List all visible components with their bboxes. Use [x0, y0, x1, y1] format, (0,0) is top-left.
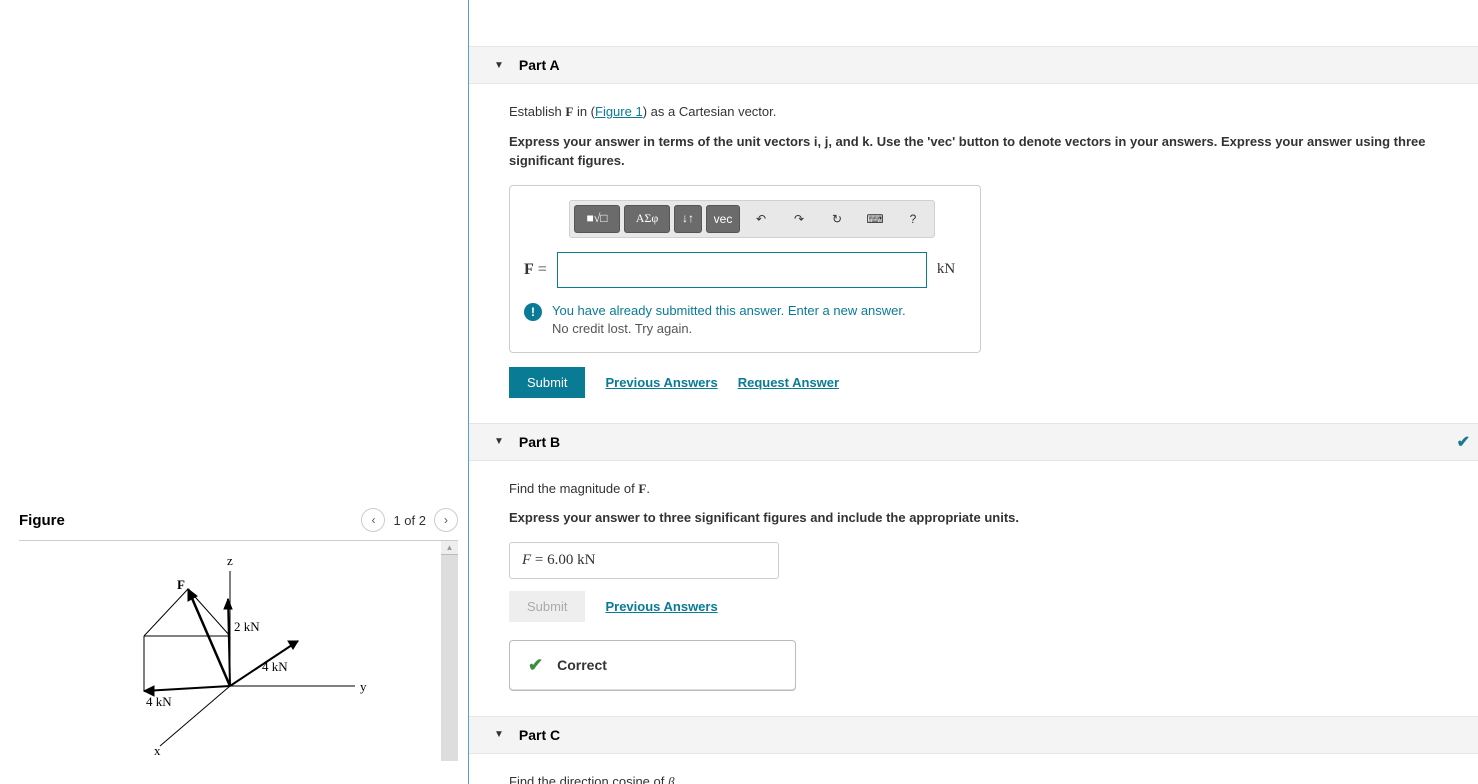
instr-text: and	[832, 134, 862, 149]
figure-title: Figure	[19, 512, 65, 529]
unit-label: kN	[937, 261, 955, 278]
vec-button[interactable]: vec	[706, 205, 740, 233]
part-b-actions: Submit Previous Answers	[509, 591, 1438, 622]
part-c-body: Find the direction cosine of β.	[469, 754, 1478, 784]
prompt-text: ) as a Cartesian vector.	[643, 104, 777, 119]
figure-header: Figure ‹ 1 of 2 ›	[19, 508, 458, 541]
right-pane: ▼ Part A Establish F in (Figure 1) as a …	[469, 0, 1478, 784]
check-icon: ✔	[1457, 432, 1470, 452]
figure-next-button[interactable]: ›	[434, 508, 458, 532]
answer-sym: F	[522, 552, 531, 568]
figure-prev-button[interactable]: ‹	[361, 508, 385, 532]
axis-y-label: y	[360, 679, 367, 694]
axis-z-label: z	[227, 553, 233, 568]
figure-body: z y x F 2 kN 4 kN 4 kN ▲	[19, 541, 458, 761]
figure-nav: ‹ 1 of 2 ›	[361, 508, 458, 532]
part-a-prompt: Establish F in (Figure 1) as a Cartesian…	[509, 102, 1438, 122]
axis-x-label: x	[154, 743, 161, 758]
part-b-header[interactable]: ▼ Part B ✔	[469, 423, 1478, 461]
correct-label: Correct	[557, 657, 607, 673]
input-row: F = kN	[524, 252, 966, 288]
previous-answers-link[interactable]: Previous Answers	[605, 375, 717, 390]
feedback-line1: You have already submitted this answer. …	[552, 302, 906, 320]
alert-icon: !	[524, 303, 542, 321]
feedback-line2: No credit lost. Try again.	[552, 320, 906, 338]
part-a-body: Establish F in (Figure 1) as a Cartesian…	[469, 84, 1478, 423]
collapse-icon: ▼	[494, 436, 504, 447]
part-b-body: Find the magnitude of F. Express your an…	[469, 461, 1478, 716]
prompt-text: Establish	[509, 104, 565, 119]
reset-button[interactable]: ↻	[820, 205, 854, 233]
feedback-text: You have already submitted this answer. …	[552, 302, 906, 338]
subsup-button[interactable]: ↓↑	[674, 205, 702, 233]
prompt-text: Find the direction cosine of	[509, 774, 668, 784]
part-a-instruction: Express your answer in terms of the unit…	[509, 132, 1438, 171]
part-a-header[interactable]: ▼ Part A	[469, 46, 1478, 84]
scroll-up-icon[interactable]: ▲	[441, 541, 458, 555]
instr-text: Express your answer in terms of the unit…	[509, 134, 814, 149]
part-c-title: Part C	[519, 727, 560, 743]
request-answer-link[interactable]: Request Answer	[738, 375, 839, 390]
help-button[interactable]: ?	[896, 205, 930, 233]
undo-button[interactable]: ↶	[744, 205, 778, 233]
figure-panel: Figure ‹ 1 of 2 ›	[19, 508, 458, 761]
prompt-text: in (	[573, 104, 595, 119]
figure-page-label: 1 of 2	[393, 513, 426, 528]
prompt-text: Find the magnitude of	[509, 481, 638, 496]
answer-input[interactable]	[557, 252, 927, 288]
part-a-actions: Submit Previous Answers Request Answer	[509, 367, 1438, 398]
correct-feedback: ✔ Correct	[509, 640, 796, 691]
previous-answers-link[interactable]: Previous Answers	[605, 599, 717, 614]
answer-box: ■√□ ΑΣφ ↓↑ vec ↶ ↷ ↻ ⌨ ? F = kN ! You ha…	[509, 185, 981, 353]
prompt-text: .	[674, 774, 678, 784]
input-label-eq: =	[534, 261, 547, 278]
part-b-instruction: Express your answer to three significant…	[509, 508, 1438, 528]
figure-link[interactable]: Figure 1	[595, 104, 643, 119]
submit-button[interactable]: Submit	[509, 367, 585, 398]
keyboard-button[interactable]: ⌨	[858, 205, 892, 233]
figure-scrollbar[interactable]: ▲	[441, 541, 458, 761]
part-c-prompt: Find the direction cosine of β.	[509, 772, 1438, 784]
template-button[interactable]: ■√□	[574, 205, 620, 233]
part-c-header[interactable]: ▼ Part C	[469, 716, 1478, 754]
vector-2kn-label: 2 kN	[234, 619, 260, 634]
instr-symbol: i, j,	[814, 134, 832, 149]
part-b-answer: F = 6.00 kN	[509, 542, 779, 579]
prompt-text: .	[646, 481, 650, 496]
collapse-icon: ▼	[494, 729, 504, 740]
part-a-title: Part A	[519, 57, 560, 73]
redo-button[interactable]: ↷	[782, 205, 816, 233]
math-toolbar: ■√□ ΑΣφ ↓↑ vec ↶ ↷ ↻ ⌨ ?	[569, 200, 935, 238]
greek-button[interactable]: ΑΣφ	[624, 205, 670, 233]
check-icon: ✔	[528, 655, 543, 676]
input-label: F =	[524, 261, 547, 279]
vector-F-label: F	[177, 577, 185, 592]
vector-4kn-y-label: 4 kN	[262, 659, 288, 674]
input-label-sym: F	[524, 261, 534, 278]
figure-image: z y x F 2 kN 4 kN 4 kN	[19, 541, 441, 761]
collapse-icon: ▼	[494, 60, 504, 71]
answer-val: 6.00 kN	[547, 552, 595, 568]
submit-button-disabled: Submit	[509, 591, 585, 622]
answer-eq: =	[531, 552, 547, 568]
instr-symbol: k.	[862, 134, 873, 149]
part-b-prompt: Find the magnitude of F.	[509, 479, 1438, 499]
part-b-title: Part B	[519, 434, 560, 450]
left-pane: Figure ‹ 1 of 2 ›	[0, 0, 469, 784]
feedback: ! You have already submitted this answer…	[524, 302, 966, 338]
vector-4kn-x-label: 4 kN	[146, 694, 172, 709]
